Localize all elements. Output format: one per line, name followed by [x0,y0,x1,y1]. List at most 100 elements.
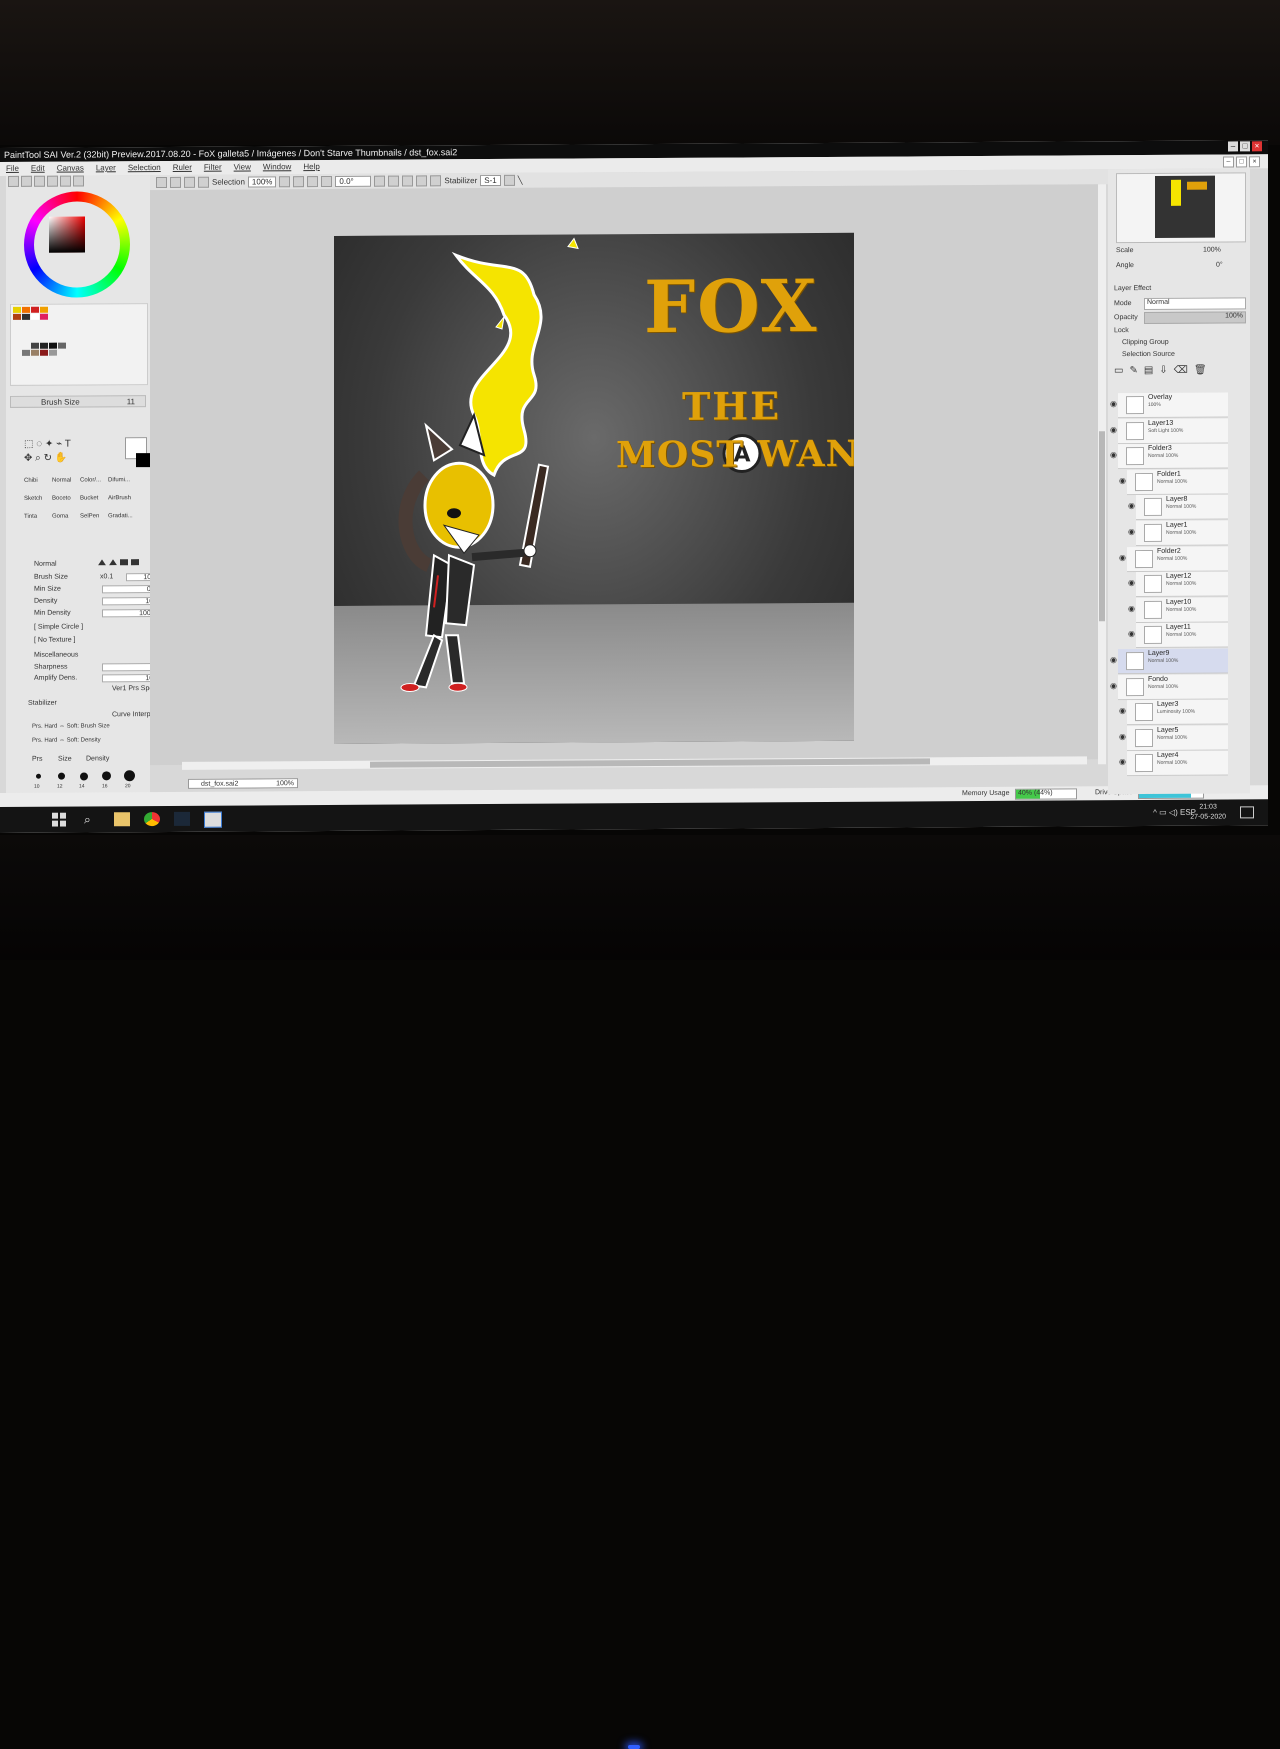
visibility-eye-icon[interactable]: ◉ [1119,706,1126,715]
dot-preset[interactable] [124,770,135,782]
new-linework-layer-icon[interactable]: ✎ [1129,365,1137,389]
menu-ruler[interactable]: Ruler [173,161,192,175]
magic-wand-icon[interactable]: ✦ [45,439,53,450]
visibility-eye-icon[interactable]: ◉ [1110,681,1117,690]
tool-difumi[interactable]: Difumi... [108,477,136,483]
menu-edit[interactable]: Edit [31,162,45,176]
pressure-check-prs[interactable]: Prs [32,756,43,763]
rotate-tool-icon[interactable]: ↻ [44,453,52,464]
layer-row[interactable]: ◉ Overlay 100% [1110,392,1228,419]
doc-restore-button[interactable]: □ [1236,156,1247,168]
deselect-icon[interactable] [170,176,181,188]
scratchpad-tab-icon[interactable] [73,175,84,187]
search-icon[interactable]: ⌕ [84,812,100,826]
layer-row[interactable]: ◉ Layer4 Normal 100% [1119,750,1228,777]
visibility-eye-icon[interactable]: ◉ [1110,399,1117,408]
menu-view[interactable]: View [234,160,251,174]
artwork-canvas[interactable]: A FOX THE MOST WANTED [334,232,854,744]
vertical-scroll-thumb[interactable] [1099,431,1105,622]
menu-selection[interactable]: Selection [128,161,161,175]
menu-filter[interactable]: Filter [204,161,222,175]
visibility-eye-icon[interactable]: ◉ [1119,553,1126,562]
hsv-slider-tab-icon[interactable] [34,175,45,187]
doc-minimize-button[interactable]: – [1223,156,1234,168]
rotate-reset-icon[interactable] [416,175,428,187]
foreground-color[interactable] [136,453,150,468]
swatch-tab-icon[interactable] [60,175,71,187]
rect-select-icon[interactable]: ⬚ [24,439,33,450]
file-explorer-icon[interactable] [114,812,130,827]
tool-gradation[interactable]: Gradati... [108,513,136,519]
move-icon[interactable]: ✥ [24,453,32,464]
invert-selection-icon[interactable] [184,176,195,188]
maximize-button[interactable]: □ [1240,141,1250,152]
layer-row[interactable]: ◉ Folder2 Normal 100% [1119,546,1228,572]
visibility-eye-icon[interactable]: ◉ [1119,476,1126,485]
clear-layer-icon[interactable]: ⌫ [1174,365,1188,389]
zoom-field[interactable]: 100% [247,176,277,188]
tool-sketch[interactable]: Sketch [24,496,52,502]
start-icon[interactable] [52,812,68,827]
angle-value[interactable]: 0° [1216,262,1223,269]
eyedropper-icon[interactable]: ⌁ [56,439,62,450]
layer-row[interactable]: ◉ Layer10 Normal 100% [1128,597,1228,623]
layer-row[interactable]: ◉ Layer13 Soft Light 100% [1110,418,1228,444]
visibility-eye-icon[interactable]: ◉ [1110,425,1117,434]
opacity-slider[interactable]: 100% [1144,311,1246,325]
rotate-ccw-icon[interactable] [388,175,400,187]
tool-goma[interactable]: Goma [52,514,80,520]
document-tab[interactable]: dst_fox.sai2 100% [188,778,298,789]
steam-icon[interactable] [174,811,190,826]
clock[interactable]: 21:03 27-05-2020 [1190,803,1226,823]
brush-size-row[interactable]: Brush Size 11 [10,395,146,408]
rgb-slider-tab-icon[interactable] [21,175,32,187]
pressure-check-density[interactable]: Density [86,755,109,762]
visibility-eye-icon[interactable]: ◉ [1128,527,1135,536]
notifications-icon[interactable] [1240,806,1254,819]
minimize-button[interactable]: – [1228,141,1238,152]
tool-color[interactable]: Color/... [80,477,108,483]
chrome-icon[interactable] [144,812,160,827]
zoom-out-icon[interactable] [293,176,305,188]
tool-airbrush[interactable]: AirBrush [108,495,136,501]
layer-row[interactable]: ◉ Fondo Normal 100% [1110,674,1228,700]
dot-preset[interactable] [102,771,111,781]
zoom-in-icon[interactable] [307,176,319,188]
scale-value[interactable]: 100% [1203,247,1221,254]
close-button[interactable]: × [1252,141,1262,152]
palette-tab-icon[interactable] [47,175,58,187]
new-folder-icon[interactable]: ▤ [1144,365,1153,389]
tool-chibi[interactable]: Chibi [24,478,52,484]
chevron-up-icon[interactable]: ^ [1153,808,1157,817]
visibility-eye-icon[interactable]: ◉ [1128,501,1135,510]
layer-row[interactable]: ◉ Layer8 Normal 100% [1128,494,1228,521]
menu-help[interactable]: Help [303,160,319,174]
menu-canvas[interactable]: Canvas [57,161,84,175]
volume-icon[interactable]: ◁) [1169,808,1178,817]
rotate-cw-icon[interactable] [402,175,414,187]
zoom-reset-icon[interactable] [321,175,333,188]
flip-horizontal-icon[interactable] [430,175,442,187]
layer-effect-toggle[interactable]: Layer Effect [1114,285,1151,292]
param-label[interactable]: [ No Texture ] [34,637,76,644]
navigator-thumbnail[interactable] [1116,172,1246,244]
color-wheel[interactable] [24,191,130,298]
param-label[interactable]: Miscellaneous [34,652,78,659]
color-wheel-tab-icon[interactable] [8,175,19,187]
visibility-eye-icon[interactable]: ◉ [1128,629,1135,638]
angle-field[interactable]: 0.0° [335,175,372,187]
tool-tinta[interactable]: Tinta [24,514,52,520]
selection-label[interactable]: Selection [212,178,245,187]
layer-row[interactable]: ◉ Folder1 Normal 100% [1119,469,1228,495]
layer-row[interactable]: ◉ Layer5 Normal 100% [1119,725,1228,751]
clipping-group-checkbox[interactable]: Clipping Group [1122,339,1169,346]
color-swatches[interactable] [10,303,148,386]
selection-source-checkbox[interactable]: Selection Source [1122,351,1175,358]
visibility-eye-icon[interactable]: ◉ [1110,450,1117,459]
layer-row[interactable]: ◉ Layer11 Normal 100% [1128,622,1228,649]
brush-shape-selector[interactable] [98,559,150,567]
menu-layer[interactable]: Layer [96,161,116,175]
tool-normal[interactable]: Normal [52,478,80,484]
stabilizer-dropdown-icon[interactable] [503,174,515,186]
angle-dropdown-icon[interactable] [374,175,386,187]
